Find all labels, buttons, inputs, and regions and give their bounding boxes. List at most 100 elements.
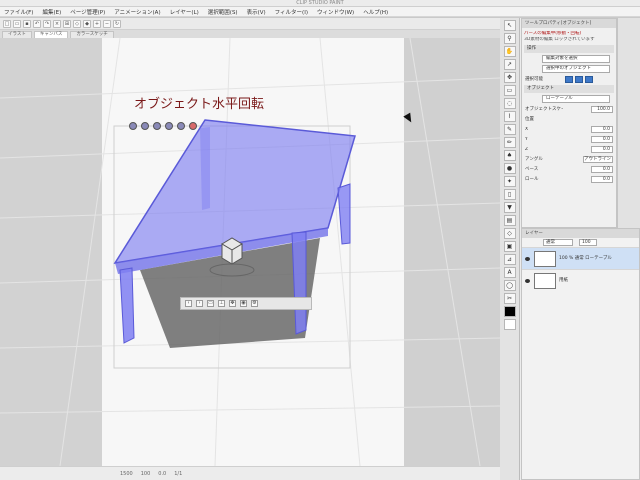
decoration-icon[interactable]: ✦ <box>503 176 516 187</box>
zoom-icon[interactable]: ⚲ <box>503 33 516 44</box>
selection-icon[interactable]: ▭ <box>503 85 516 96</box>
hand-icon[interactable]: ✋ <box>503 46 516 57</box>
figure-icon[interactable]: ◇ <box>503 228 516 239</box>
zoom-in-icon[interactable]: + <box>93 19 101 28</box>
base-label: ベース <box>525 167 539 172</box>
invert-icon[interactable]: ◆ <box>83 19 91 28</box>
undo-icon[interactable]: ↶ <box>33 19 41 28</box>
move-layer-icon[interactable]: ✥ <box>503 72 516 83</box>
transform-icon[interactable]: ⊞ <box>63 19 71 28</box>
menu-item-layer[interactable]: レイヤー(L) <box>170 8 199 16</box>
frame-icon[interactable]: ▣ <box>503 241 516 252</box>
ruler-icon[interactable]: ⊿ <box>503 254 516 265</box>
brush-icon[interactable]: ♠ <box>503 150 516 161</box>
eraser-icon[interactable]: ▯ <box>503 189 516 200</box>
position-x-value[interactable]: 0.0 <box>591 125 613 133</box>
layer-panel: レイヤー 通常 100 100 % 通常 ローテーブル 用紙 <box>521 228 640 480</box>
text-icon[interactable]: A <box>503 267 516 278</box>
operation-icon[interactable]: ↗ <box>503 59 516 70</box>
camera-dolly-icon[interactable] <box>153 122 161 130</box>
x-label: X <box>525 126 529 132</box>
zoom-out-icon[interactable]: − <box>103 19 111 28</box>
clear-icon[interactable]: × <box>53 19 61 28</box>
eyedropper-icon[interactable]: ⌇ <box>503 111 516 122</box>
deselect-icon[interactable]: ◇ <box>73 19 81 28</box>
position-y-value[interactable]: 0.0 <box>591 135 613 143</box>
operation-section[interactable]: 操作 <box>524 45 614 53</box>
menu-item-edit[interactable]: 編集(E) <box>42 8 61 16</box>
status-angle[interactable]: 0.0 <box>158 471 166 477</box>
layer-thumbnail <box>534 272 556 289</box>
base-value[interactable]: 0.0 <box>591 165 613 173</box>
angle-value[interactable]: アウトライン <box>583 155 613 163</box>
fit-icon[interactable]: ▭ <box>207 300 214 307</box>
selectable-row: 選択可能 <box>525 75 613 83</box>
settings-icon[interactable]: ⚙ <box>251 300 258 307</box>
tab-illust[interactable]: イラスト <box>2 31 32 38</box>
pointer-icon[interactable]: ↖ <box>503 20 516 31</box>
toggle-blue-2[interactable] <box>575 75 583 83</box>
menu-item-view[interactable]: 表示(V) <box>247 8 266 16</box>
object-rotate-icon[interactable] <box>177 122 185 130</box>
object-section[interactable]: オブジェクト <box>524 85 614 93</box>
menu-bar: ファイル(F) 編集(E) ページ管理(P) アニメーション(A) レイヤー(L… <box>0 7 640 17</box>
roll-label: ロール <box>525 177 539 182</box>
command-bar: □ ▭ ▪ ↶ ↷ × ⊞ ◇ ◆ + − ↻ <box>0 18 500 30</box>
rotate-icon[interactable]: ↻ <box>113 19 121 28</box>
tab-canvas[interactable]: キャンバス <box>33 31 69 38</box>
camera-icon[interactable]: ◉ <box>240 300 247 307</box>
lasso-icon[interactable]: ◌ <box>503 98 516 109</box>
opacity-field[interactable]: 100 <box>579 239 597 246</box>
camera-rotate-icon[interactable] <box>129 122 137 130</box>
move-icon[interactable]: ✥ <box>229 300 236 307</box>
menu-item-page[interactable]: ページ管理(P) <box>70 8 105 16</box>
redo-icon[interactable]: ↷ <box>43 19 51 28</box>
open-icon[interactable]: ▭ <box>13 19 21 28</box>
menu-item-help[interactable]: ヘルプ(H) <box>363 8 388 16</box>
main-color-icon[interactable] <box>503 306 516 317</box>
angle-label: アングル <box>525 157 543 162</box>
position-z-value[interactable]: 0.0 <box>591 145 613 153</box>
object-scale-value[interactable]: 100.0 <box>591 105 613 113</box>
sub-color-icon[interactable] <box>503 319 516 330</box>
object-select[interactable]: 選択中のオブジェクト <box>542 65 610 73</box>
title-bar: CLIP STUDIO PAINT <box>0 0 640 7</box>
object-move-icon[interactable] <box>165 122 173 130</box>
position-y-row: Y 0.0 <box>525 135 613 143</box>
menu-item-selection[interactable]: 選択範囲(S) <box>208 8 238 16</box>
layer-item-paper[interactable]: 用紙 <box>522 269 639 291</box>
blend-mode-select[interactable]: 通常 <box>543 239 573 246</box>
prev-icon[interactable]: ‹ <box>185 300 192 307</box>
menu-item-animation[interactable]: アニメーション(A) <box>114 8 160 16</box>
next-icon[interactable]: › <box>196 300 203 307</box>
object-scale-row: オブジェクトスケール 100.0 <box>525 105 613 113</box>
layer-item-table[interactable]: 100 % 通常 ローテーブル <box>522 247 639 269</box>
status-zoom[interactable]: 100 <box>141 471 151 477</box>
visibility-eye-icon[interactable] <box>525 278 530 283</box>
fill-icon[interactable]: ▼ <box>503 202 516 213</box>
tab-color-sketch[interactable]: カラースケッチ <box>70 31 114 38</box>
balloon-icon[interactable]: ◯ <box>503 280 516 291</box>
save-icon[interactable]: ▪ <box>23 19 31 28</box>
new-icon[interactable]: □ <box>3 19 11 28</box>
toggle-blue-3[interactable] <box>585 75 593 83</box>
airbrush-icon[interactable]: ● <box>503 163 516 174</box>
layer-name: 用紙 <box>559 277 568 283</box>
correction-icon[interactable]: ✂ <box>503 293 516 304</box>
visibility-eye-icon[interactable] <box>525 256 530 261</box>
gradient-icon[interactable]: ▤ <box>503 215 516 226</box>
object-name-select[interactable]: ローテーブル <box>542 95 610 103</box>
menu-item-filter[interactable]: フィルター(I) <box>275 8 308 16</box>
pen-icon[interactable]: ✎ <box>503 124 516 135</box>
operation-select[interactable]: 編集対象を選択 <box>542 55 610 63</box>
roll-value[interactable]: 0.0 <box>591 175 613 183</box>
toggle-blue-1[interactable] <box>565 75 573 83</box>
ground-icon[interactable]: ⊥ <box>218 300 225 307</box>
menu-item-file[interactable]: ファイル(F) <box>4 8 33 16</box>
status-bar: 1500 100 0.0 1/1 <box>0 466 500 480</box>
camera-pan-icon[interactable] <box>141 122 149 130</box>
menu-item-window[interactable]: ウィンドウ(W) <box>317 8 354 16</box>
object-rotate-horizontal-icon[interactable] <box>189 122 197 130</box>
canvas-viewport[interactable]: オブジェクト水平回転 ‹ › ▭ ⊥ ✥ ◉ ⚙ <box>0 38 500 466</box>
pencil-icon[interactable]: ✏ <box>503 137 516 148</box>
